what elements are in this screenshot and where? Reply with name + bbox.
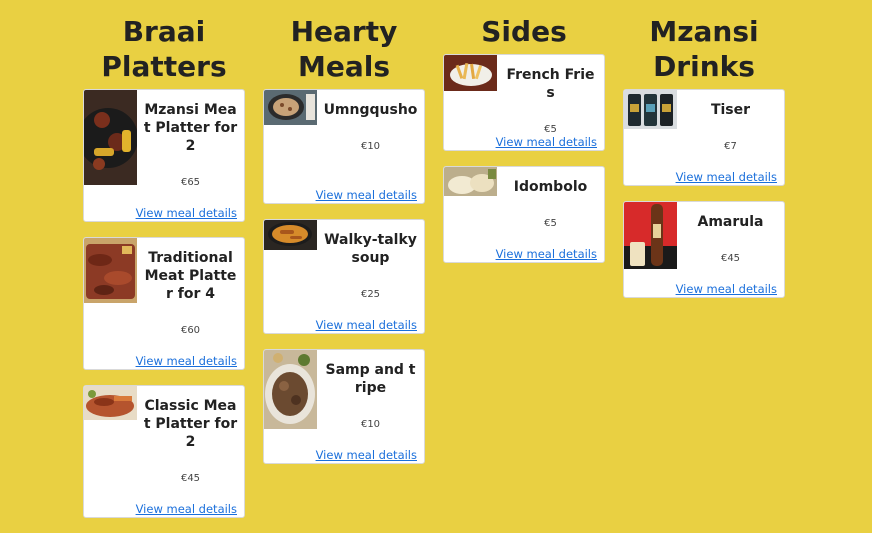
meal-card: French Fries €5 View meal details [443, 54, 605, 151]
view-meal-details-link[interactable]: View meal details [676, 282, 777, 296]
meal-card: Walky-talky soup €25 View meal details [263, 219, 425, 334]
column-heading: Mzansi Drinks [649, 15, 759, 83]
meal-price: €45 [180, 473, 201, 484]
meal-price: €60 [180, 325, 201, 336]
meal-title: Tiser [710, 102, 751, 118]
meal-title: French Fries [506, 67, 595, 101]
view-meal-details-link[interactable]: View meal details [136, 206, 237, 220]
menu-column-braai-platters: Braai Platters Mzansi Meat Platter for 2… [83, 14, 245, 533]
view-meal-details-link[interactable]: View meal details [136, 354, 237, 368]
meal-price: €5 [544, 218, 557, 229]
view-meal-details-link[interactable]: View meal details [316, 318, 417, 332]
meal-photo [444, 55, 497, 91]
meal-photo [624, 90, 677, 129]
meal-title: Traditional Meat Platter for 4 [144, 250, 237, 302]
meal-price: €65 [180, 177, 201, 188]
column-heading: Sides [481, 15, 567, 48]
menu-column-sides: Sides French Fries €5 View meal details [443, 14, 605, 278]
meal-price: €25 [360, 289, 381, 300]
meal-card: Samp and tripe €10 View meal details [263, 349, 425, 464]
meal-title: Amarula [697, 214, 764, 230]
meal-title: Walky-talky soup [324, 232, 417, 266]
meal-price: €45 [720, 253, 741, 264]
meal-card: Traditional Meat Platter for 4 €60 View … [83, 237, 245, 370]
meal-title: Classic Meat Platter for 2 [143, 398, 238, 450]
meal-card: Idombolo €5 View meal details [443, 166, 605, 263]
menu-column-mzansi-drinks: Mzansi Drinks Tiser €7 View meal details [623, 14, 785, 313]
meal-photo [84, 238, 137, 303]
meal-title: Mzansi Meat Platter for 2 [143, 102, 238, 154]
meal-card: Umngqusho €10 View meal details [263, 89, 425, 204]
menu-column-hearty-meals: Hearty Meals Umngqusho €10 View meal det… [263, 14, 425, 479]
column-heading: Braai Platters [101, 15, 227, 83]
meal-title: Samp and tripe [325, 362, 416, 396]
meal-card: Classic Meat Platter for 2 €45 View meal… [83, 385, 245, 518]
view-meal-details-link[interactable]: View meal details [496, 247, 597, 261]
meal-photo [84, 386, 137, 420]
meal-photo [264, 220, 317, 250]
meal-card: Amarula €45 View meal details [623, 201, 785, 298]
meal-photo [84, 90, 137, 185]
meal-title: Idombolo [513, 179, 588, 195]
meal-price: €10 [360, 419, 381, 430]
meal-price: €10 [360, 141, 381, 152]
meal-card: Mzansi Meat Platter for 2 €65 View meal … [83, 89, 245, 222]
view-meal-details-link[interactable]: View meal details [676, 170, 777, 184]
meal-title: Umngqusho [323, 102, 418, 118]
meal-photo [264, 90, 317, 125]
column-heading: Hearty Meals [290, 15, 398, 83]
meal-photo [444, 167, 497, 196]
view-meal-details-link[interactable]: View meal details [496, 135, 597, 149]
meal-price: €7 [724, 141, 737, 152]
meal-photo [264, 350, 317, 429]
view-meal-details-link[interactable]: View meal details [136, 502, 237, 516]
view-meal-details-link[interactable]: View meal details [316, 188, 417, 202]
view-meal-details-link[interactable]: View meal details [316, 448, 417, 462]
meal-card: Tiser €7 View meal details [623, 89, 785, 186]
meal-photo [624, 202, 677, 269]
